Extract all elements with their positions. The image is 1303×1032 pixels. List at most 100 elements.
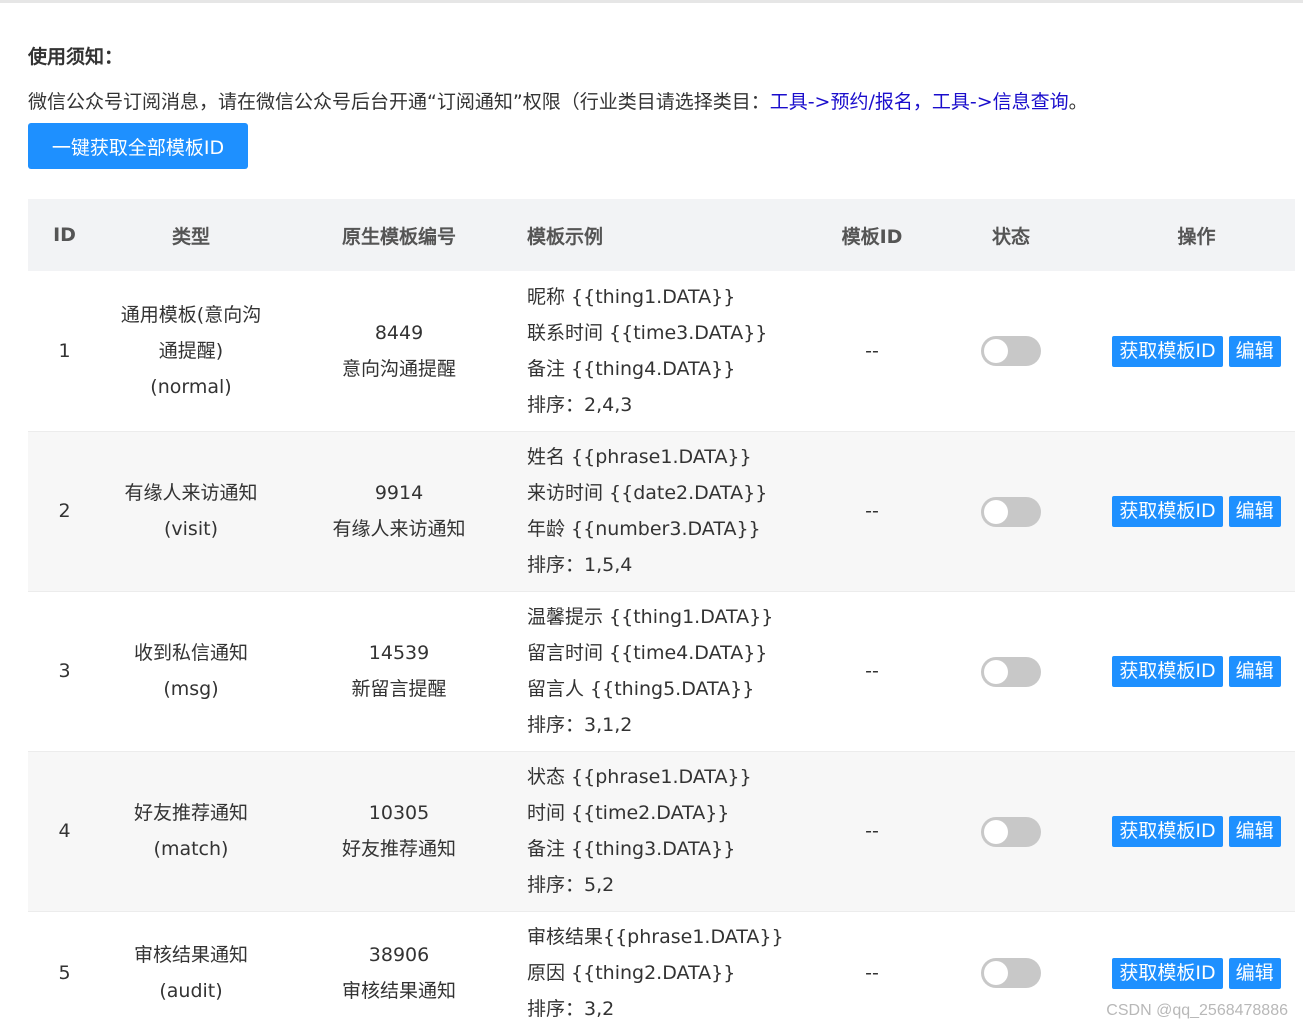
cell-id: 1 <box>28 271 101 432</box>
get-template-id-button[interactable]: 获取模板ID <box>1112 656 1223 687</box>
cell-id: 2 <box>28 431 101 592</box>
native-name: 有缘人来访通知 <box>332 518 466 540</box>
example-line: 来访时间 {{date2.DATA}} <box>527 482 768 504</box>
get-template-id-button[interactable]: 获取模板ID <box>1112 496 1223 527</box>
template-table: ID 类型 原生模板编号 模板示例 模板ID 状态 操作 1 通用模板(意向沟 … <box>28 199 1295 1032</box>
native-no: 10305 <box>368 802 430 824</box>
cell-type: 收到私信通知 (msg) <box>101 591 281 752</box>
example-line: 昵称 {{thing1.DATA}} <box>527 285 736 308</box>
cell-template-id: -- <box>820 591 924 752</box>
notice-title: 使用须知： <box>28 46 124 68</box>
type-line: 有缘人来访通知 <box>124 482 258 504</box>
header-example: 模板示例 <box>527 225 604 248</box>
notice-body: 微信公众号订阅消息，请在微信公众号后台开通“订阅通知”权限（行业类目请选择类目： <box>28 91 770 113</box>
example-line: 姓名 {{phrase1.DATA}} <box>527 446 752 468</box>
csdn-watermark: CSDN @qq_2568478886 <box>1106 1002 1288 1019</box>
cell-template-id: -- <box>820 271 924 432</box>
type-line: 审核结果通知 <box>133 943 248 966</box>
table-row: 3 收到私信通知 (msg) 14539 新留言提醒 温馨提示 {{thing1… <box>28 591 1295 752</box>
example-line: 排序：3,1,2 <box>527 714 633 736</box>
example-line: 排序：5,2 <box>527 874 615 896</box>
native-name: 审核结果通知 <box>341 979 456 1002</box>
status-toggle[interactable] <box>981 816 1041 847</box>
status-toggle[interactable] <box>981 656 1041 687</box>
cell-example: 状态 {{phrase1.DATA}} 时间 {{time2.DATA}} 备注… <box>517 751 820 912</box>
cell-id: 5 <box>28 911 101 1032</box>
cell-status <box>924 911 1098 1032</box>
cell-native: 14539 新留言提醒 <box>281 591 517 752</box>
get-template-id-button[interactable]: 获取模板ID <box>1112 335 1223 367</box>
edit-button[interactable]: 编辑 <box>1228 816 1281 847</box>
example-line: 原因 {{thing2.DATA}} <box>527 961 736 984</box>
cell-actions: 获取模板ID 编辑 <box>1098 591 1295 752</box>
toggle-knob <box>984 819 1008 844</box>
native-no: 14539 <box>368 642 430 664</box>
type-line: (msg) <box>163 678 219 700</box>
type-line: 收到私信通知 <box>133 642 248 664</box>
table-row: 2 有缘人来访通知 (visit) 9914 有缘人来访通知 姓名 {{phra… <box>28 431 1295 592</box>
cell-example: 温馨提示 {{thing1.DATA}} 留言时间 {{time4.DATA}}… <box>517 591 820 752</box>
get-template-id-button[interactable]: 获取模板ID <box>1112 816 1223 847</box>
notice-end: 。 <box>1068 91 1088 113</box>
get-template-id-button[interactable]: 获取模板ID <box>1112 957 1223 989</box>
toggle-knob <box>984 961 1008 985</box>
cell-actions: 获取模板ID 编辑 <box>1098 431 1295 592</box>
toggle-knob <box>984 339 1008 364</box>
type-line: (audit) <box>159 979 223 1002</box>
type-line: (visit) <box>164 518 218 540</box>
cell-example: 姓名 {{phrase1.DATA}} 来访时间 {{date2.DATA}} … <box>517 431 820 592</box>
example-line: 状态 {{phrase1.DATA}} <box>527 766 752 788</box>
edit-button[interactable]: 编辑 <box>1228 335 1281 367</box>
native-name: 意向沟通提醒 <box>341 357 456 380</box>
cell-status <box>924 591 1098 752</box>
example-line: 备注 {{thing4.DATA}} <box>527 357 736 380</box>
header-id: ID <box>53 224 76 246</box>
edit-button[interactable]: 编辑 <box>1228 656 1281 687</box>
cell-status <box>924 271 1098 432</box>
edit-button[interactable]: 编辑 <box>1228 496 1281 527</box>
example-line: 时间 {{time2.DATA}} <box>527 802 730 824</box>
cell-native: 9914 有缘人来访通知 <box>281 431 517 592</box>
cell-native: 38906 审核结果通知 <box>281 911 517 1032</box>
cell-example: 审核结果{{phrase1.DATA}} 原因 {{thing2.DATA}} … <box>517 911 820 1032</box>
native-name: 好友推荐通知 <box>341 838 456 860</box>
status-toggle[interactable] <box>981 958 1041 988</box>
top-divider <box>0 0 1303 3</box>
type-line: 通提醒) <box>158 339 224 362</box>
table-row: 4 好友推荐通知 (match) 10305 好友推荐通知 状态 {{phras… <box>28 751 1295 912</box>
toggle-knob <box>984 499 1008 524</box>
notice-text: 微信公众号订阅消息，请在微信公众号后台开通“订阅通知”权限（行业类目请选择类目：… <box>28 87 1088 114</box>
cell-type: 有缘人来访通知 (visit) <box>101 431 281 592</box>
example-line: 排序：1,5,4 <box>527 554 633 576</box>
cell-template-id: -- <box>820 751 924 912</box>
cell-template-id: -- <box>820 431 924 592</box>
status-toggle[interactable] <box>981 496 1041 527</box>
cell-status <box>924 751 1098 912</box>
cell-native: 10305 好友推荐通知 <box>281 751 517 912</box>
example-line: 审核结果{{phrase1.DATA}} <box>527 925 784 948</box>
native-no: 8449 <box>374 321 424 344</box>
example-line: 联系时间 {{time3.DATA}} <box>527 321 768 344</box>
header-template-id: 模板ID <box>841 225 903 248</box>
cell-example: 昵称 {{thing1.DATA}} 联系时间 {{time3.DATA}} 备… <box>517 271 820 432</box>
fetch-all-template-ids-button[interactable]: 一键获取全部模板ID <box>28 123 248 169</box>
status-toggle[interactable] <box>981 336 1041 367</box>
type-line: 好友推荐通知 <box>133 802 248 824</box>
category-link[interactable]: 工具->预约/报名，工具->信息查询 <box>770 91 1069 113</box>
toggle-knob <box>984 659 1008 684</box>
cell-actions: 获取模板ID 编辑 <box>1098 751 1295 912</box>
table-row: 1 通用模板(意向沟 通提醒) (normal) 8449 意向沟通提醒 昵称 … <box>28 271 1295 432</box>
native-name: 新留言提醒 <box>351 678 447 700</box>
cell-type: 通用模板(意向沟 通提醒) (normal) <box>101 271 281 432</box>
edit-button[interactable]: 编辑 <box>1228 957 1281 989</box>
type-line: (normal) <box>150 375 232 398</box>
example-line: 备注 {{thing3.DATA}} <box>527 838 736 860</box>
type-line: (match) <box>153 838 229 860</box>
example-line: 排序：2,4,3 <box>527 393 633 416</box>
header-type: 类型 <box>171 225 210 248</box>
cell-type: 好友推荐通知 (match) <box>101 751 281 912</box>
cell-actions: 获取模板ID 编辑 <box>1098 271 1295 432</box>
native-no: 38906 <box>368 943 430 966</box>
cell-id: 3 <box>28 591 101 752</box>
header-native-no: 原生模板编号 <box>341 225 456 248</box>
